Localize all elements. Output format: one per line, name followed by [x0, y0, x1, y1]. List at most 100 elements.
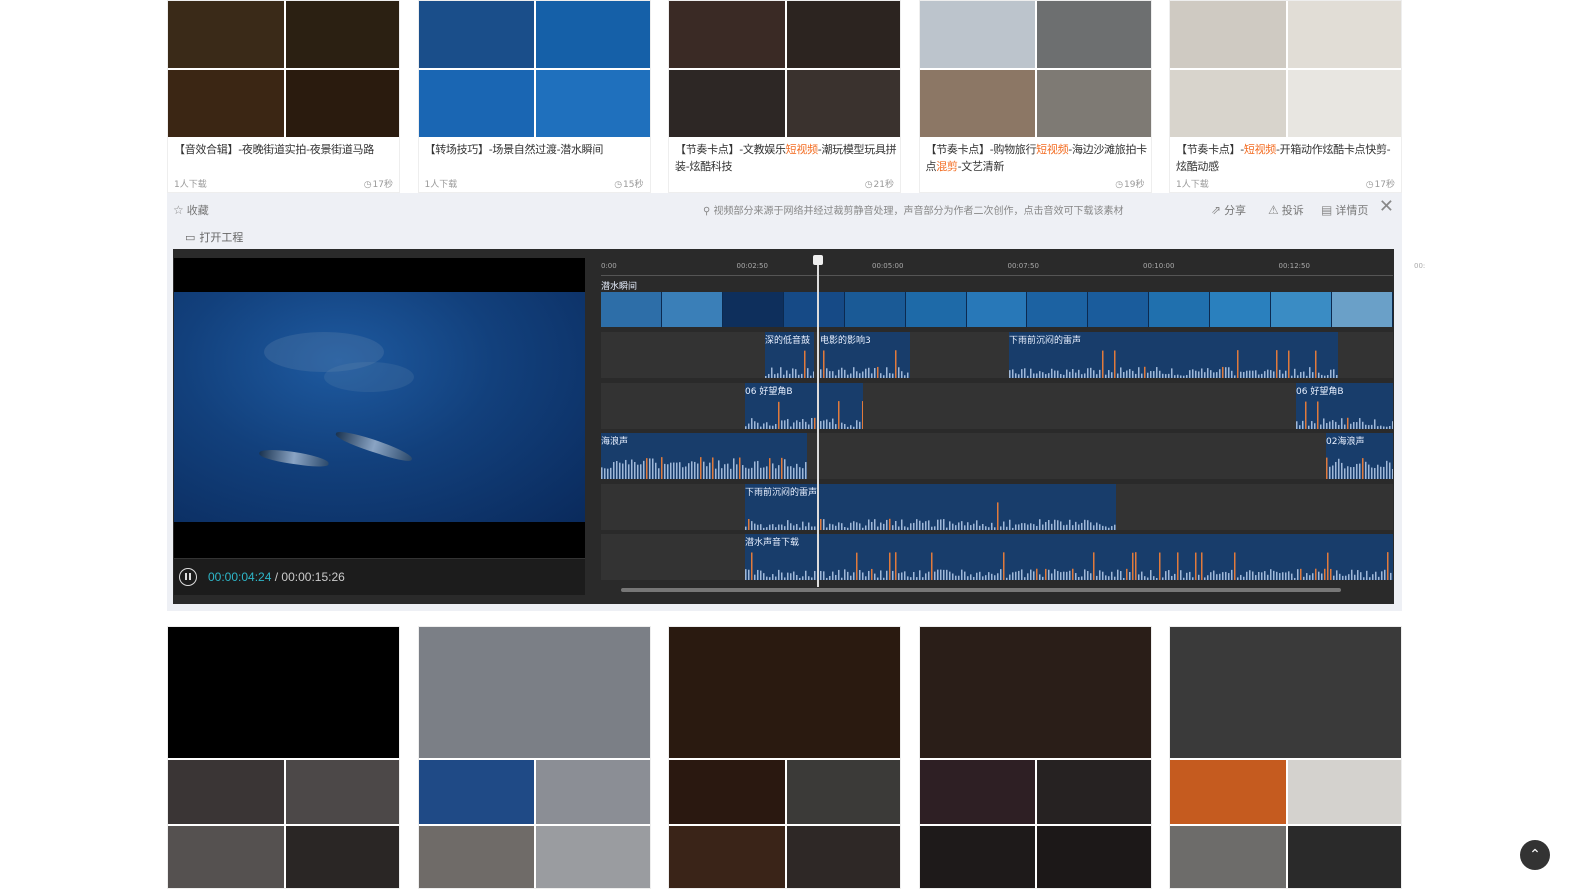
clip-label: 02海浪声	[1326, 437, 1365, 447]
waveform-bar	[795, 369, 797, 378]
details-page-button[interactable]: ▤ 详情页	[1321, 202, 1368, 218]
sound-card[interactable]	[668, 626, 901, 889]
card-thumbnail[interactable]	[919, 760, 1151, 888]
audio-clip[interactable]: 06 好望角B	[745, 382, 863, 429]
notice-text: 视频部分来源于网络并经过裁剪静音处理，声音部分为作者二次创作，点击音效可下载该素…	[713, 206, 1124, 217]
horizontal-scrollbar[interactable]	[621, 588, 1341, 592]
waveform-bar	[766, 421, 768, 429]
audio-clip[interactable]: 下雨前沉闷的雷声	[1009, 332, 1338, 378]
audio-clip[interactable]: 深的低音鼓	[765, 332, 814, 378]
waveform-bar	[622, 463, 624, 479]
waveform-bar	[994, 526, 996, 530]
card-thumbnail[interactable]	[168, 1, 399, 137]
sound-card[interactable]: 【节奏卡点】-短视频-开箱动作炫酷卡点快剪-炫酷动感 1人下载 17秒	[1169, 0, 1402, 193]
waveform-bar	[745, 467, 747, 479]
waveform	[601, 457, 807, 479]
sound-card[interactable]	[1169, 626, 1402, 889]
card-thumbnail[interactable]	[1170, 1, 1401, 137]
waveform-bar	[1009, 519, 1011, 530]
waveform-bar	[1306, 573, 1308, 580]
waveform-bar	[777, 373, 779, 378]
time-ruler[interactable]: 0:00 00:02:50 00:05:00 00:07:50 00:10:00 00:1…	[601, 257, 1425, 276]
sound-card[interactable]	[918, 626, 1152, 889]
card-preview[interactable]	[168, 627, 399, 758]
pause-icon[interactable]	[179, 568, 197, 586]
waveform-bar	[1138, 574, 1140, 580]
card-title[interactable]: 【节奏卡点】-文教娱乐短视频-潮玩模型玩具拼装-炫酷科技	[675, 141, 897, 175]
sound-card[interactable]: 【音效合辑】-夜晚街道实拍-夜景街道马路 1人下载 17秒	[167, 0, 400, 193]
waveform-bar	[766, 466, 768, 479]
waveform-bar	[1180, 375, 1182, 378]
audio-clip[interactable]: 06 好望角B	[1296, 382, 1393, 429]
waveform-bar	[841, 367, 843, 378]
sound-card[interactable]: 【节奏卡点】-购物旅行短视频-海边沙滩旅拍卡点混剪-文艺清新 19秒	[918, 0, 1152, 193]
waveform-bar	[1368, 464, 1370, 479]
waveform-bar	[754, 523, 756, 530]
card-preview[interactable]	[418, 627, 650, 758]
card-preview[interactable]	[919, 627, 1151, 758]
waveform-bar	[757, 524, 759, 530]
waveform-bar	[901, 519, 903, 530]
sound-card[interactable]: 【节奏卡点】-文教娱乐短视频-潮玩模型玩具拼装-炫酷科技 21秒	[668, 0, 901, 193]
waveform-bar	[1075, 573, 1077, 580]
card-title[interactable]: 【音效合辑】-夜晚街道实拍-夜景街道马路	[174, 141, 396, 158]
waveform-bar	[1390, 572, 1392, 580]
waveform-bar	[895, 552, 897, 580]
card-thumbnail[interactable]	[669, 1, 900, 137]
card-title[interactable]: 【节奏卡点】-短视频-开箱动作炫酷卡点快剪-炫酷动感	[1176, 141, 1398, 175]
waveform-bar	[691, 461, 693, 479]
audio-clip[interactable]: 海浪声	[601, 433, 807, 479]
waveform-bar	[1300, 372, 1302, 378]
waveform-bar	[1027, 375, 1029, 378]
waveform-bar	[988, 572, 990, 580]
audio-track[interactable]: 06 好望角B 06 好望角B	[601, 382, 1393, 429]
waveform-bar	[1311, 420, 1313, 429]
card-thumbnail[interactable]	[418, 760, 650, 888]
card-thumbnail[interactable]	[1170, 760, 1401, 888]
waveform-bar	[814, 525, 816, 530]
playhead[interactable]	[813, 255, 823, 587]
waveform-bar	[796, 523, 798, 530]
sound-card[interactable]	[417, 626, 651, 889]
waveform-bar	[793, 524, 795, 530]
waveform-bar	[877, 526, 879, 530]
card-title[interactable]: 【转场技巧】-场景自然过渡-潜水瞬间	[425, 141, 647, 158]
audio-clip[interactable]: 02海浪声	[1326, 433, 1393, 479]
card-preview[interactable]	[669, 627, 900, 758]
sound-card[interactable]	[167, 626, 400, 889]
audio-track[interactable]: 潜水声音下载	[601, 534, 1393, 580]
waveform-bar	[889, 373, 891, 378]
waveform-bar	[1144, 366, 1146, 378]
audio-clip[interactable]: 电影的影响3	[820, 332, 910, 378]
sound-card[interactable]: 【转场技巧】-场景自然过渡-潜水瞬间 1人下载 15秒	[417, 0, 651, 193]
waveform-bar	[865, 368, 867, 378]
card-thumbnail[interactable]	[919, 1, 1151, 137]
audio-track[interactable]: 海浪声 02海浪声	[601, 433, 1393, 479]
clip-label: 06 好望角B	[745, 386, 793, 397]
audio-track[interactable]: 深的低音鼓 电影的影响3 下雨前沉闷的雷声	[601, 332, 1393, 378]
audio-track[interactable]: 下雨前沉闷的雷声	[601, 483, 1393, 530]
card-thumbnail[interactable]	[168, 760, 399, 888]
audio-clip[interactable]: 下雨前沉闷的雷声	[745, 483, 1116, 530]
waveform-bar	[804, 350, 806, 378]
audio-clip[interactable]: 潜水声音下载	[745, 534, 1393, 580]
share-button[interactable]: ⇗ 分享	[1211, 202, 1246, 218]
card-preview[interactable]	[1170, 627, 1401, 758]
card-thumbnail[interactable]	[669, 760, 900, 888]
video-track[interactable]: 潜水瞬间	[601, 277, 1393, 327]
waveform-bar	[961, 520, 963, 530]
waveform-bar	[1321, 374, 1323, 378]
waveform-bar	[780, 367, 782, 378]
waveform-bar	[1282, 373, 1284, 378]
back-to-top-button[interactable]: ⌃	[1520, 840, 1550, 870]
favorite-button[interactable]: ☆ 收藏	[173, 202, 209, 218]
card-thumbnail[interactable]	[418, 1, 650, 137]
report-button[interactable]: ⚠ 投诉	[1268, 202, 1304, 218]
waveform-bar	[1276, 571, 1278, 580]
open-project-button[interactable]: ▭ 打开工程	[185, 229, 243, 245]
card-title[interactable]: 【节奏卡点】-购物旅行短视频-海边沙滩旅拍卡点混剪-文艺清新	[926, 141, 1148, 175]
share-icon: ⇗	[1211, 203, 1222, 217]
timeline[interactable]: 0:00 00:02:50 00:05:00 00:07:50 00:10:00 00:1…	[601, 255, 1425, 597]
close-icon[interactable]: ✕	[1379, 196, 1394, 217]
waveform-bar	[1087, 519, 1089, 530]
